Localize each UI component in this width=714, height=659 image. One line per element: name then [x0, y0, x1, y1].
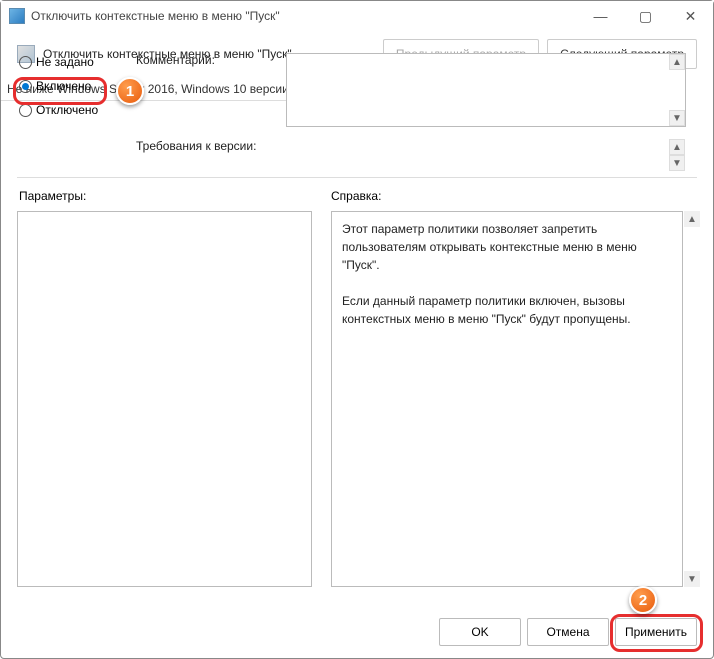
help-paragraph-1: Этот параметр политики позволяет запрети… [342, 220, 672, 274]
app-icon [9, 8, 25, 24]
callout-1: 1 [116, 77, 144, 105]
help-label: Справка: [331, 189, 381, 203]
highlight-enabled [13, 77, 107, 105]
radio-label: Отключено [36, 103, 98, 117]
minimize-button[interactable]: — [578, 1, 623, 31]
scroll-up-icon[interactable]: ▲ [684, 211, 700, 227]
help-paragraph-2: Если данный параметр политики включен, в… [342, 292, 672, 328]
ok-button[interactable]: OK [439, 618, 521, 646]
radio-disabled[interactable]: Отключено [19, 103, 98, 117]
callout-2: 2 [629, 586, 657, 614]
help-box: Этот параметр политики позволяет запрети… [331, 211, 683, 587]
cancel-button[interactable]: Отмена [527, 618, 609, 646]
comment-label: Комментарий: [136, 53, 215, 67]
requirements-label: Требования к версии: [136, 139, 256, 153]
window-controls: — ▢ ✕ [578, 1, 713, 31]
parameters-box [17, 211, 312, 587]
scroll-up-icon[interactable]: ▲ [669, 139, 685, 155]
scroll-down-icon[interactable]: ▼ [669, 155, 685, 171]
highlight-apply [610, 614, 703, 652]
parameters-label: Параметры: [19, 189, 86, 203]
radio-not-configured[interactable]: Не задано [19, 55, 98, 69]
comment-textarea[interactable]: ▲ ▼ [286, 53, 686, 127]
window-title: Отключить контекстные меню в меню "Пуск" [31, 9, 578, 23]
scroll-up-icon[interactable]: ▲ [669, 54, 685, 70]
radio-icon [19, 56, 32, 69]
scroll-down-icon[interactable]: ▼ [669, 110, 685, 126]
radio-icon [19, 104, 32, 117]
divider [17, 177, 697, 178]
scroll-down-icon[interactable]: ▼ [684, 571, 700, 587]
maximize-button[interactable]: ▢ [623, 1, 668, 31]
radio-label: Не задано [36, 55, 94, 69]
close-button[interactable]: ✕ [668, 1, 713, 31]
titlebar: Отключить контекстные меню в меню "Пуск"… [1, 1, 713, 31]
